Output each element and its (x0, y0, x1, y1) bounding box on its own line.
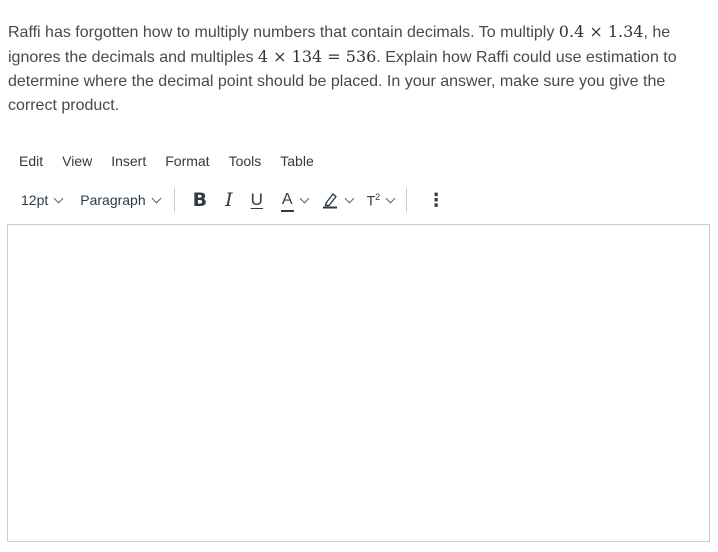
font-size-value: 12pt (21, 192, 49, 208)
italic-icon: I (225, 189, 233, 211)
chevron-down-icon (151, 193, 162, 203)
toolbar-divider (406, 188, 408, 212)
math-expression-2: 4 × 134 = 536 (257, 47, 377, 66)
more-options-button[interactable]: ⋮ (413, 186, 453, 214)
math-expression-1: 0.4 × 1.34 (558, 22, 644, 41)
font-size-dropdown[interactable]: 12pt (8, 186, 68, 214)
menu-format[interactable]: Format (154, 151, 217, 171)
text-color-icon: A (280, 191, 294, 212)
text-color-button[interactable]: A (272, 186, 312, 214)
menu-insert[interactable]: Insert (100, 151, 154, 171)
question-text: Raffi has forgotten how to multiply numb… (8, 20, 713, 118)
chevron-down-icon (385, 193, 396, 203)
menu-tools[interactable]: Tools (218, 151, 270, 171)
underline-icon: U (250, 190, 263, 209)
editor-content[interactable] (8, 225, 709, 245)
chevron-down-icon (344, 193, 355, 203)
underline-button[interactable]: U (242, 186, 272, 214)
block-format-dropdown[interactable]: Paragraph (68, 186, 165, 214)
italic-button[interactable]: I (216, 186, 242, 214)
highlighter-icon (322, 191, 338, 209)
editor-toolbar: 12pt Paragraph B I U A T2 ⋮ (8, 186, 453, 214)
chevron-down-icon (299, 193, 310, 203)
block-format-value: Paragraph (80, 192, 146, 208)
menu-table[interactable]: Table (269, 151, 321, 171)
menu-edit[interactable]: Edit (8, 151, 51, 171)
toolbar-divider (173, 188, 175, 212)
superscript-letter: T (366, 192, 376, 209)
highlight-color-button[interactable] (312, 186, 357, 214)
chevron-down-icon (53, 193, 64, 203)
superscript-mark: 2 (375, 191, 381, 202)
question-part-1: Raffi has forgotten how to multiply numb… (8, 24, 559, 41)
superscript-icon: T2 (367, 192, 381, 209)
more-vertical-icon: ⋮ (427, 189, 446, 210)
bold-button[interactable]: B (181, 186, 216, 214)
superscript-button[interactable]: T2 (357, 186, 399, 214)
menu-view[interactable]: View (51, 151, 100, 171)
bold-icon: B (192, 189, 208, 211)
answer-editor[interactable] (7, 224, 710, 542)
editor-menubar: Edit View Insert Format Tools Table (8, 150, 322, 172)
